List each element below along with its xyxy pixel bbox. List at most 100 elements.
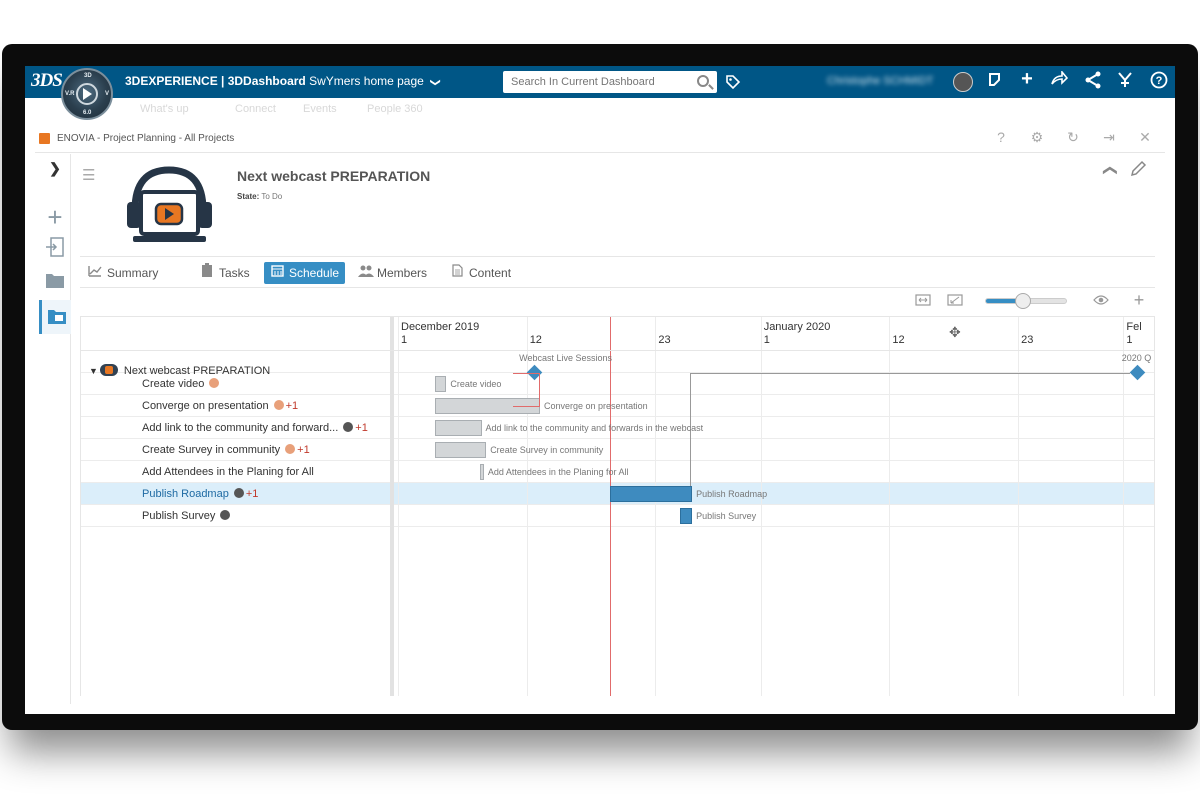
tab-label: Members <box>377 266 428 280</box>
task-name-text: Add link to the community and forward... <box>142 422 339 434</box>
hamburger-icon[interactable]: ☰ <box>82 166 95 184</box>
task-list: ▼ Next webcast PREPARATION Create video Co… <box>81 317 394 696</box>
task-name-text: Converge on presentation <box>142 400 269 412</box>
plus-icon[interactable]: + <box>1017 68 1037 91</box>
day-tick-label: 12 <box>892 334 905 346</box>
folder-icon[interactable] <box>39 270 71 296</box>
share-icon[interactable] <box>985 71 1005 94</box>
expand-chevron-icon[interactable]: ❯ <box>39 160 71 177</box>
network-icon[interactable] <box>1083 71 1103 94</box>
assignee-avatar <box>209 378 220 388</box>
task-bar-label: Converge on presentation <box>544 401 648 411</box>
dashboard-tab[interactable]: People 360 <box>367 103 423 115</box>
compass-top-label: 3D <box>84 73 92 79</box>
dashboard-tab[interactable]: Events <box>303 103 337 115</box>
widget-app-icon <box>39 133 50 144</box>
svg-text:?: ? <box>1156 75 1163 87</box>
user-name[interactable]: Christophe SCHMIDT <box>827 75 933 87</box>
state-label: State: <box>237 192 260 201</box>
eye-icon[interactable] <box>1093 294 1109 309</box>
document-icon <box>450 262 464 284</box>
task-bar[interactable] <box>680 508 693 524</box>
tab-tasks[interactable]: Tasks <box>194 262 256 284</box>
assignee-avatar <box>233 488 244 498</box>
app-screen: 3DS 3DEXPERIENCE | 3DDashboard SwYmers h… <box>25 66 1175 714</box>
task-bar-label: Create video <box>450 379 502 389</box>
task-name[interactable]: Publish Survey <box>142 505 231 527</box>
search-icon[interactable] <box>697 75 709 87</box>
import-icon[interactable] <box>39 236 71 264</box>
forward-icon[interactable] <box>1049 69 1069 92</box>
brand-title: 3DEXPERIENCE | 3DDashboard <box>125 74 306 88</box>
collapse-icon[interactable]: ❯ <box>1100 165 1117 177</box>
task-bar[interactable] <box>610 486 693 502</box>
search-input[interactable] <box>503 71 683 93</box>
task-name[interactable]: Add Attendees in the Planing for All <box>142 461 314 483</box>
tab-schedule[interactable]: Schedule <box>264 262 346 284</box>
close-icon[interactable]: ✕ <box>1137 129 1153 146</box>
play-icon <box>83 88 92 100</box>
project-thumbnail <box>113 162 226 250</box>
task-name[interactable]: Converge on presentation +1 <box>142 395 298 417</box>
compass-right-label: V <box>105 91 110 97</box>
task-bar[interactable] <box>480 464 484 480</box>
task-bar[interactable] <box>434 442 487 458</box>
milestone-diamond[interactable] <box>1129 364 1145 381</box>
gear-icon[interactable]: ⚙ <box>1029 129 1045 146</box>
compass-button[interactable]: 3D V.R V 6.0 <box>61 68 113 120</box>
month-label: January 2020 <box>763 321 831 333</box>
task-name[interactable]: Create Survey in community +1 <box>142 439 310 461</box>
assignee-avatar <box>285 444 296 454</box>
add-icon[interactable]: + <box>1131 290 1147 311</box>
tab-summary[interactable]: Summary <box>82 262 164 284</box>
milestone-label: Webcast Live Sessions <box>519 353 613 363</box>
compass-left-label: V.R <box>65 91 75 97</box>
top-bar: 3DS 3DEXPERIENCE | 3DDashboard SwYmers h… <box>25 66 1175 98</box>
refresh-icon[interactable]: ↻ <box>1065 129 1081 146</box>
user-avatar[interactable] <box>953 72 973 92</box>
assignee-count: +1 <box>245 488 259 500</box>
task-name[interactable]: Publish Roadmap +1 <box>142 483 258 505</box>
grid-line <box>398 317 399 696</box>
brand-page: SwYmers home page <box>309 74 424 88</box>
zoom-slider[interactable] <box>985 293 1067 309</box>
task-name[interactable]: Create video <box>142 373 220 395</box>
task-bar-label: Publish Roadmap <box>696 489 768 499</box>
assignee-count: +1 <box>297 444 310 456</box>
day-tick-label: 23 <box>1021 334 1034 346</box>
dashboard-tab[interactable]: Connect <box>235 103 276 115</box>
tab-content[interactable]: Content <box>444 262 517 284</box>
chart-icon <box>88 262 102 284</box>
project-folder-icon[interactable] <box>39 300 71 334</box>
calendar-icon <box>270 262 284 284</box>
search-box[interactable] <box>503 71 717 93</box>
tab-members[interactable]: Members <box>352 262 433 284</box>
expand-triangle-icon[interactable]: ▼ <box>89 366 98 376</box>
maximize-icon[interactable]: ⇥ <box>1101 129 1117 146</box>
compass-apps-icon[interactable] <box>1115 71 1135 94</box>
timeline: December 2019 January 2020 Fel 1 12 23 1 12 23 1 W… <box>398 317 1154 696</box>
tab-label: Schedule <box>289 266 340 280</box>
day-tick-label: 1 <box>401 334 408 346</box>
edit-pencil-icon[interactable] <box>1129 160 1147 183</box>
task-bar[interactable] <box>434 376 447 392</box>
fit-width-icon[interactable] <box>915 294 931 309</box>
tag-icon[interactable] <box>725 74 741 93</box>
assignee-count: +1 <box>355 422 368 434</box>
task-name[interactable]: Add link to the community and forward...… <box>142 417 368 439</box>
add-icon[interactable]: + <box>39 202 71 233</box>
zoom-slider-knob[interactable] <box>1014 293 1031 309</box>
dependency-line <box>689 373 1130 499</box>
project-tabs: Summary Tasks Schedule Members Content <box>80 256 1155 288</box>
ds-logo[interactable]: 3DS <box>31 70 63 92</box>
tab-label: Content <box>469 266 512 280</box>
chevron-down-icon[interactable]: ❯ <box>430 78 441 86</box>
tab-label: Tasks <box>219 266 250 280</box>
task-name-text: Add Attendees in the Planing for All <box>142 466 314 478</box>
task-bar[interactable] <box>434 420 482 436</box>
help-icon[interactable]: ? <box>993 129 1009 145</box>
fit-screen-icon[interactable] <box>947 294 963 309</box>
help-icon[interactable]: ? <box>1149 71 1169 94</box>
app-brand[interactable]: 3DEXPERIENCE | 3DDashboard SwYmers home … <box>125 74 441 88</box>
dashboard-tab[interactable]: What's up <box>140 103 189 115</box>
